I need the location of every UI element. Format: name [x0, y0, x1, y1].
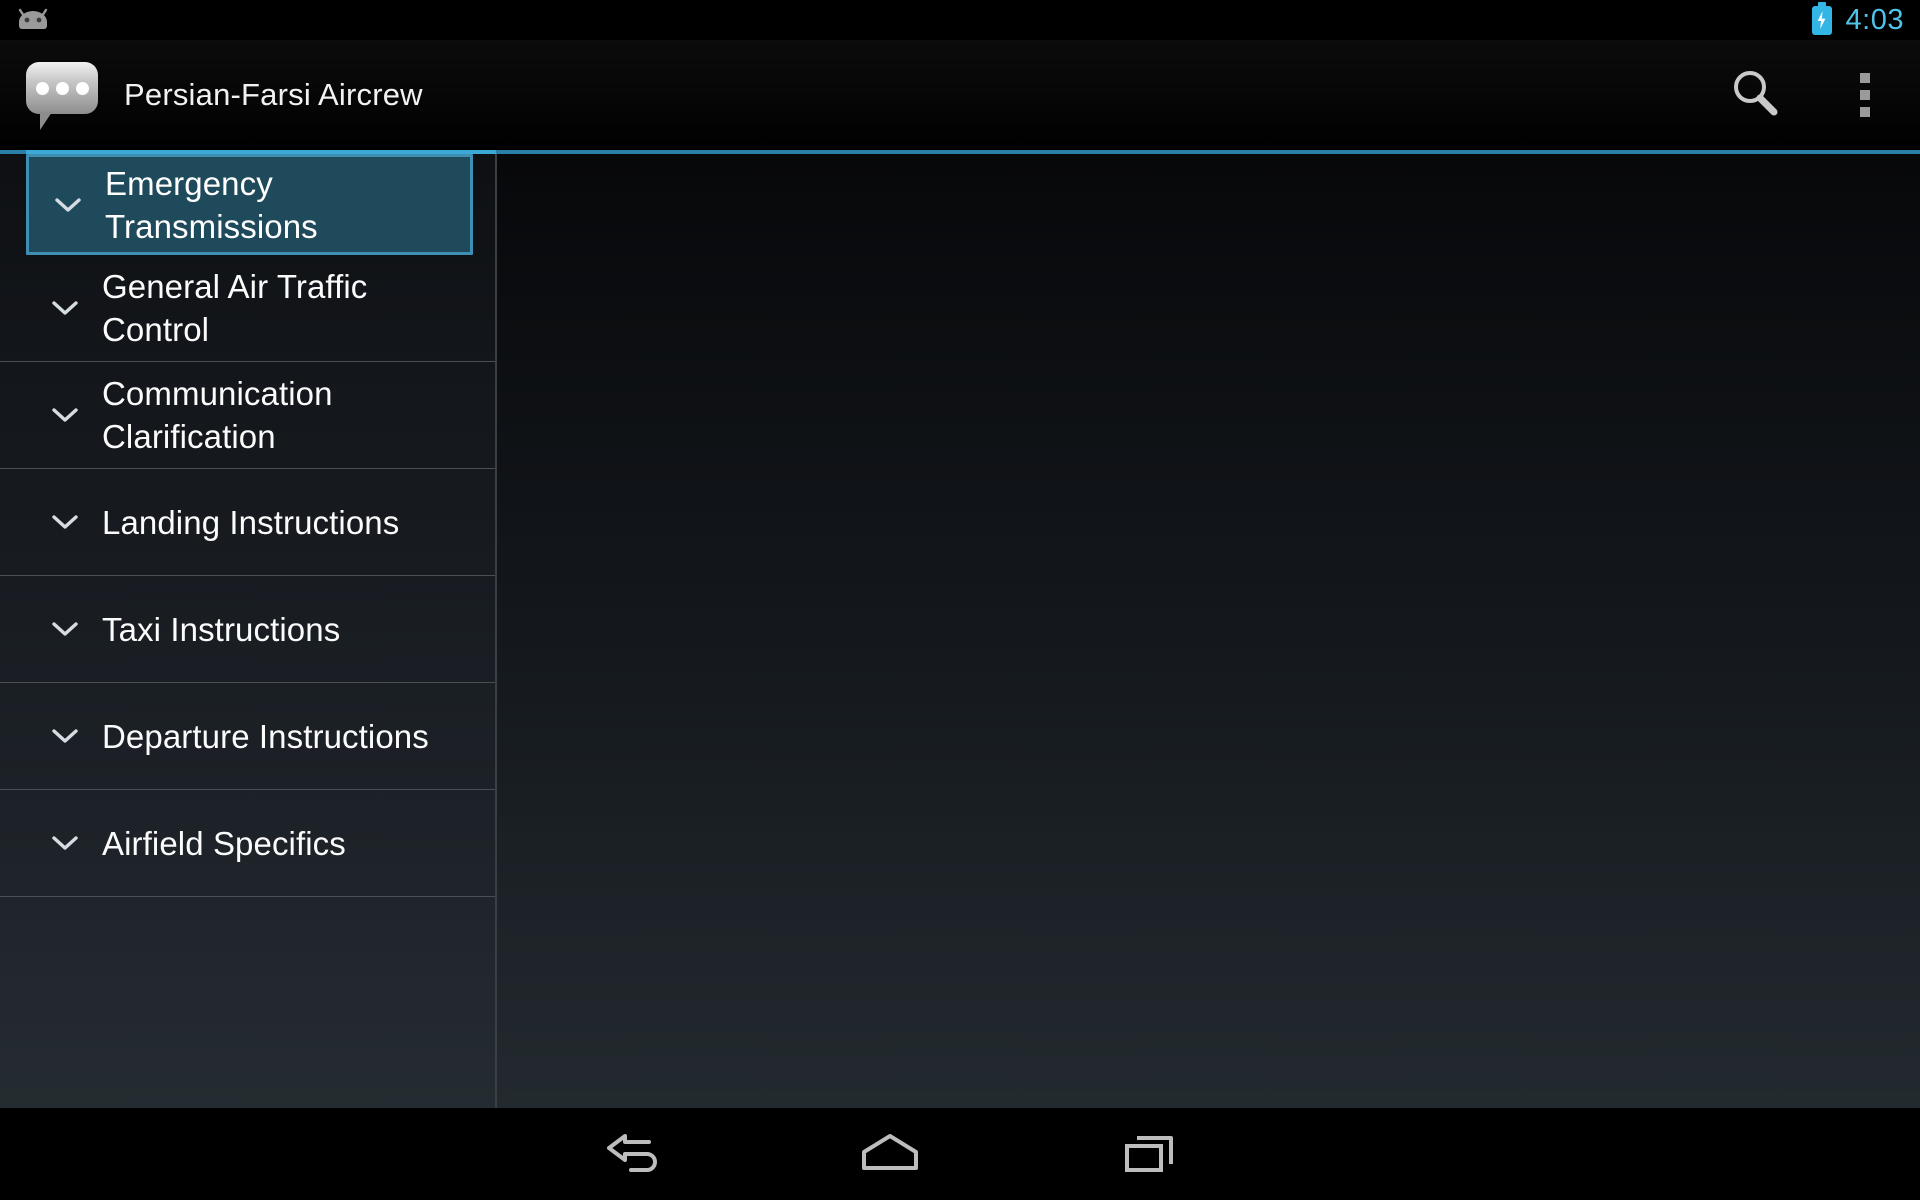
back-arrow-icon — [597, 1128, 663, 1180]
list-item-label: Departure Instructions — [102, 717, 429, 755]
list-item-landing-instructions[interactable]: Landing Instructions — [0, 469, 495, 576]
action-bar-actions — [1700, 40, 1920, 150]
chevron-down-icon — [34, 512, 96, 532]
status-bar-right: 4:03 — [1811, 0, 1904, 40]
chevron-down-icon — [34, 726, 96, 746]
speech-bubble-icon — [26, 62, 98, 130]
detail-pane — [499, 154, 1920, 1108]
search-button[interactable] — [1700, 40, 1810, 150]
android-tablet-screen: 4:03 Persian-Farsi Aircrew Emergency Tra… — [0, 0, 1920, 1200]
recent-apps-icon — [1121, 1130, 1179, 1178]
chevron-down-icon — [34, 298, 96, 318]
status-bar: 4:03 — [0, 0, 1920, 40]
chevron-down-icon — [34, 619, 96, 639]
overflow-menu-icon — [1860, 73, 1870, 117]
search-icon — [1727, 65, 1783, 126]
system-navigation-bar — [0, 1108, 1920, 1200]
action-bar: Persian-Farsi Aircrew — [0, 40, 1920, 150]
list-item-airfield-specifics[interactable]: Airfield Specifics — [0, 790, 495, 897]
page-title: Persian-Farsi Aircrew — [124, 77, 423, 112]
overflow-menu-button[interactable] — [1810, 40, 1920, 150]
content-area: Emergency Transmissions General Air Traf… — [0, 154, 1920, 1108]
status-bar-clock: 4:03 — [1845, 4, 1904, 36]
list-item-label: Communication Clarification — [102, 375, 333, 455]
chevron-down-icon — [34, 833, 96, 853]
list-item-label: Airfield Specifics — [102, 824, 346, 862]
list-item-taxi-instructions[interactable]: Taxi Instructions — [0, 576, 495, 683]
list-item-label: General Air Traffic Control — [102, 268, 368, 348]
list-item-label: Landing Instructions — [102, 503, 400, 541]
nav-recent-apps-button[interactable] — [1050, 1108, 1250, 1200]
list-item-communication-clarification[interactable]: Communication Clarification — [0, 362, 495, 469]
home-icon — [858, 1130, 922, 1178]
list-item-label: Taxi Instructions — [102, 610, 341, 648]
list-item-label: Emergency Transmissions — [105, 164, 318, 245]
battery-charging-icon — [1811, 1, 1832, 35]
nav-home-button[interactable] — [790, 1108, 990, 1200]
list-item-general-air-traffic-control[interactable]: General Air Traffic Control — [0, 255, 495, 362]
list-item-departure-instructions[interactable]: Departure Instructions — [0, 683, 495, 790]
android-head-icon — [14, 6, 52, 32]
chevron-down-icon — [34, 405, 96, 425]
list-item-emergency-transmissions[interactable]: Emergency Transmissions — [26, 154, 473, 255]
list-item-partial[interactable] — [0, 897, 495, 943]
category-list[interactable]: Emergency Transmissions General Air Traf… — [0, 154, 497, 1108]
chevron-down-icon — [37, 195, 99, 215]
nav-back-button[interactable] — [530, 1108, 730, 1200]
